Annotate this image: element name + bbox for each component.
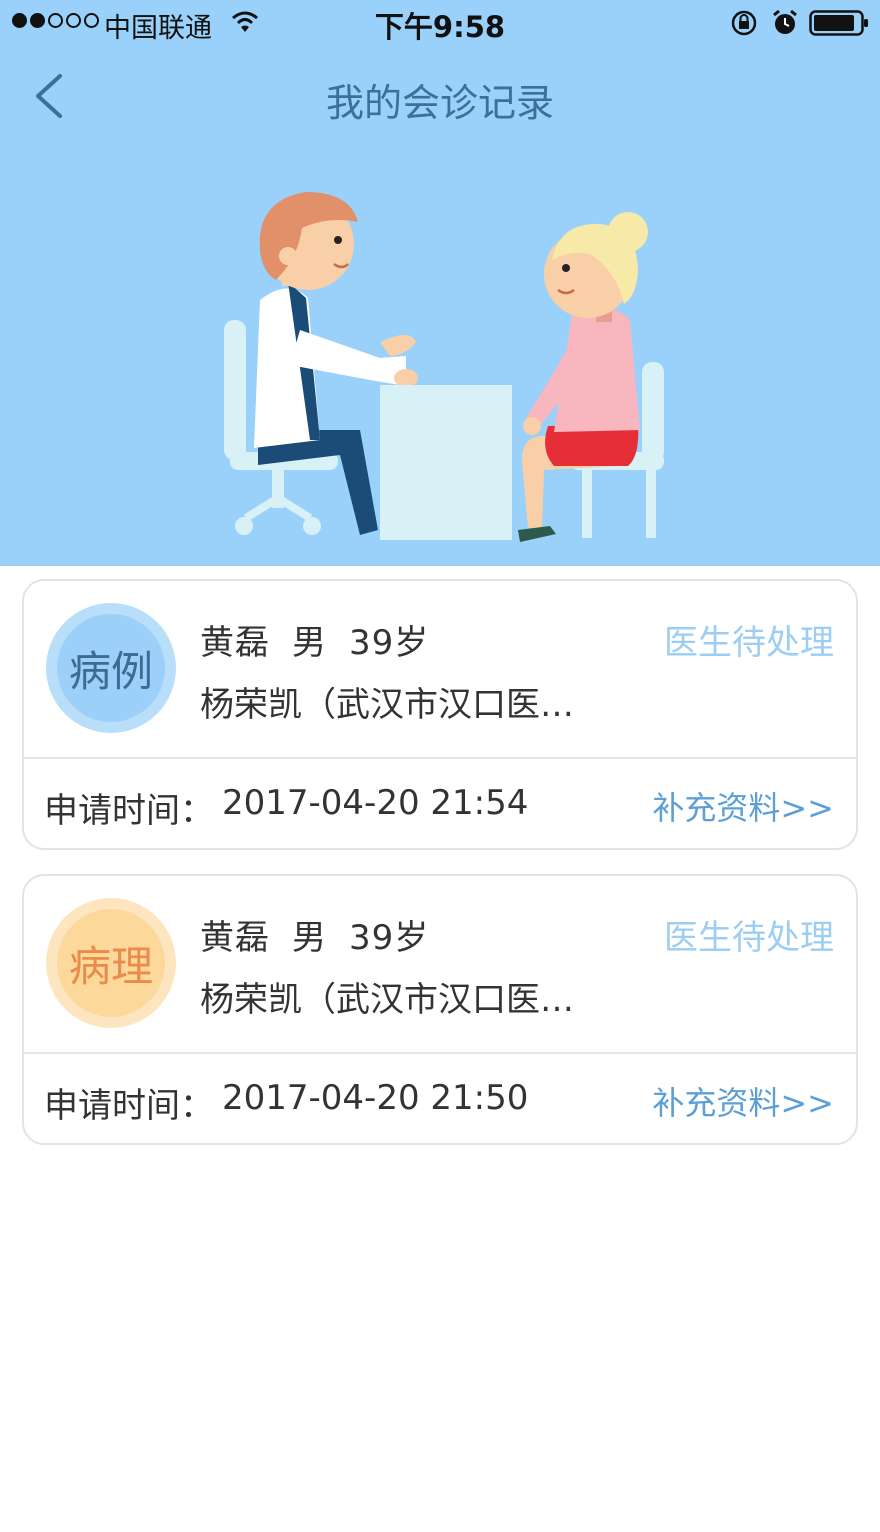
patient-name: 黄磊 (200, 918, 270, 958)
status-bar: 中国联通 下午9:58 (0, 0, 880, 44)
rotation-lock-icon (731, 10, 757, 36)
supplement-materials-link[interactable]: 补充资料>> (652, 783, 834, 829)
patient-gender: 男 (292, 918, 327, 958)
status-label: 医生待处理 (664, 918, 834, 958)
patient-age: 39岁 (349, 918, 430, 958)
battery-icon (809, 10, 868, 36)
card-divider (24, 1052, 856, 1054)
apply-time-label: 申请时间： (44, 791, 214, 831)
status-label: 医生待处理 (664, 623, 834, 663)
card-divider (24, 757, 856, 759)
patient-name: 黄磊 (200, 623, 270, 663)
apply-time-value: 2017-04-20 21:54 (222, 783, 529, 823)
doctor-info: 杨荣凯（武汉市汉口医… (200, 980, 574, 1020)
apply-time-label: 申请时间： (44, 1086, 214, 1126)
doctor-info: 杨荣凯（武汉市汉口医… (200, 685, 574, 725)
patient-age: 39岁 (349, 623, 430, 663)
header-banner: 中国联通 下午9:58 我的会诊记录 (0, 0, 880, 566)
patient-info: 黄磊男 39岁 (200, 910, 451, 959)
supplement-materials-link[interactable]: 补充资料>> (652, 1078, 834, 1124)
doctor-patient-illustration (224, 192, 664, 542)
consultation-record-card[interactable]: 病例 黄磊男 39岁 杨荣凯（武汉市汉口医… 医生待处理 申请时间： 2017-0… (22, 579, 858, 850)
record-type-badge: 病理 (46, 898, 176, 1028)
patient-gender: 男 (292, 623, 327, 663)
patient-info: 黄磊男 39岁 (200, 615, 451, 664)
consultation-record-card[interactable]: 病理 黄磊男 39岁 杨荣凯（武汉市汉口医… 医生待处理 申请时间： 2017-0… (22, 874, 858, 1145)
alarm-icon (773, 9, 797, 34)
page-title: 我的会诊记录 (325, 81, 554, 125)
apply-time-value: 2017-04-20 21:50 (222, 1078, 529, 1118)
record-type-badge: 病例 (46, 603, 176, 733)
